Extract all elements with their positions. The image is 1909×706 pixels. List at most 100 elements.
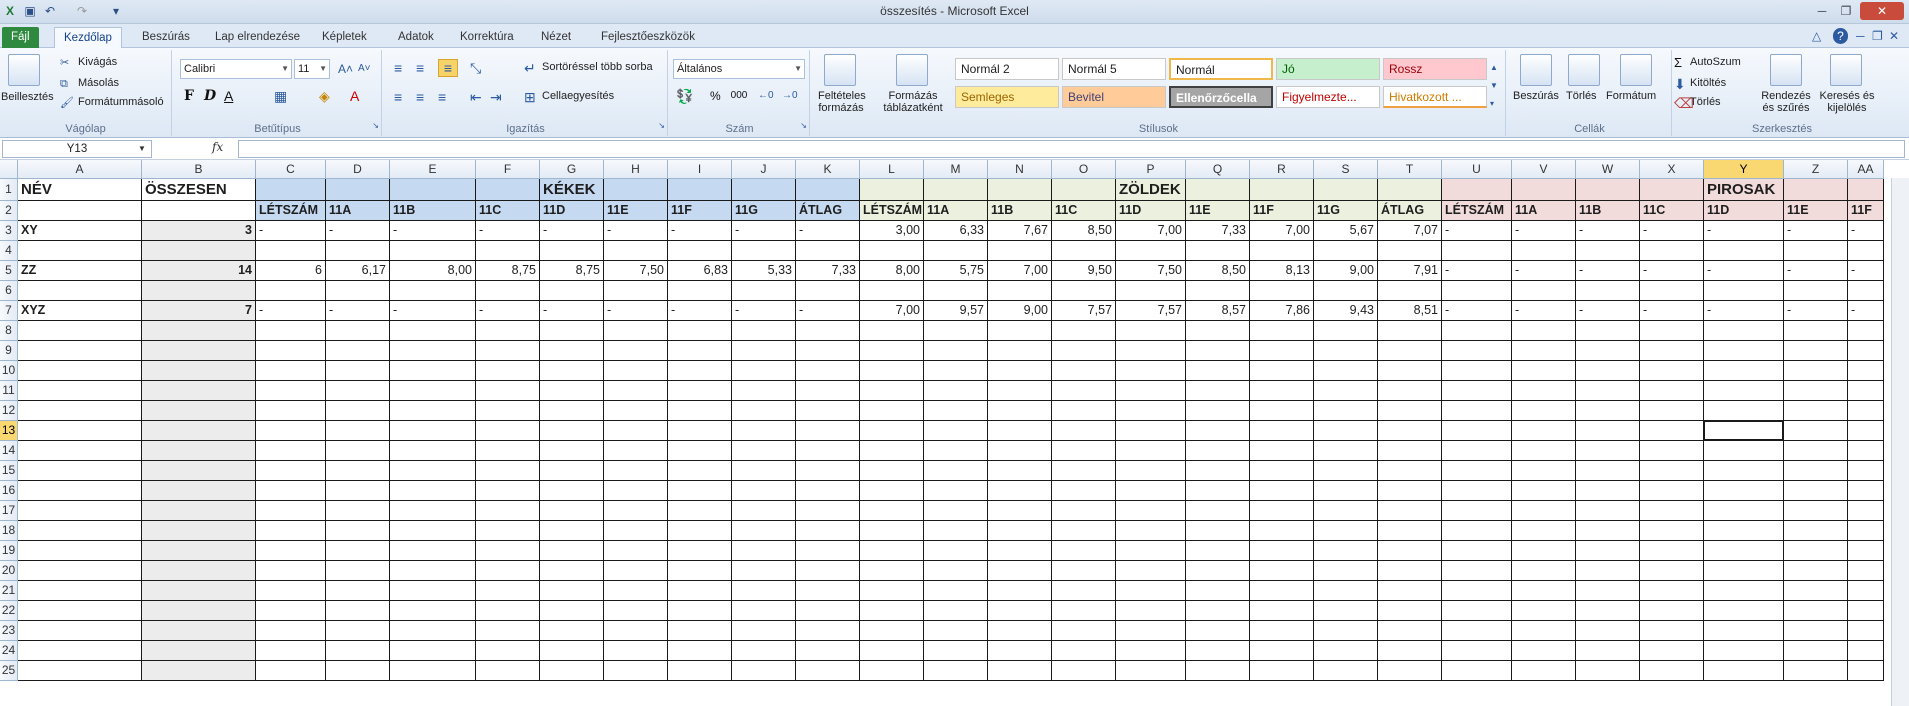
cell[interactable] [142, 321, 256, 341]
insert-cells-button[interactable]: Beszúrás [1513, 90, 1559, 102]
column-header[interactable]: P [1116, 160, 1186, 179]
cell[interactable] [1512, 661, 1576, 681]
cell[interactable] [796, 321, 860, 341]
cell[interactable]: 7,67 [988, 221, 1052, 241]
cell[interactable] [1512, 461, 1576, 481]
cell[interactable] [924, 361, 988, 381]
cell[interactable] [1704, 661, 1784, 681]
cell[interactable] [1314, 661, 1378, 681]
cell[interactable] [1314, 441, 1378, 461]
cell[interactable]: 11B [988, 201, 1052, 221]
cell[interactable] [390, 641, 476, 661]
cell[interactable] [256, 441, 326, 461]
cell[interactable] [1116, 581, 1186, 601]
cell[interactable] [18, 661, 142, 681]
cell[interactable] [1378, 321, 1442, 341]
cell[interactable] [668, 441, 732, 461]
cell[interactable] [326, 441, 390, 461]
row-header[interactable]: 9 [0, 341, 18, 361]
cell[interactable] [1704, 501, 1784, 521]
cell[interactable] [256, 381, 326, 401]
cell[interactable]: - [1512, 301, 1576, 321]
cell[interactable] [18, 621, 142, 641]
cell[interactable] [1576, 341, 1640, 361]
cell[interactable] [390, 361, 476, 381]
cell[interactable] [1848, 281, 1884, 301]
cell[interactable] [1378, 481, 1442, 501]
style-bad[interactable]: Rossz [1383, 58, 1487, 80]
cell[interactable] [1250, 541, 1314, 561]
cell[interactable] [390, 321, 476, 341]
cell[interactable] [1186, 381, 1250, 401]
cell[interactable] [540, 381, 604, 401]
cell[interactable] [476, 501, 540, 521]
cell[interactable]: 9,00 [988, 301, 1052, 321]
cell[interactable] [924, 541, 988, 561]
cell[interactable] [390, 581, 476, 601]
cell[interactable] [796, 401, 860, 421]
cell[interactable]: 11E [1186, 201, 1250, 221]
cell[interactable] [142, 401, 256, 421]
cell[interactable] [1576, 641, 1640, 661]
cell[interactable] [256, 321, 326, 341]
cell[interactable] [668, 541, 732, 561]
cell[interactable]: ÖSSZESEN [142, 179, 256, 201]
sort-filter-button[interactable]: Rendezés és szűrés [1760, 90, 1812, 114]
cell[interactable] [1052, 521, 1116, 541]
cell[interactable] [796, 241, 860, 261]
cell[interactable] [142, 541, 256, 561]
cell[interactable] [540, 441, 604, 461]
cell[interactable] [390, 661, 476, 681]
cell[interactable] [1848, 461, 1884, 481]
cell[interactable] [1576, 461, 1640, 481]
format-painter-button[interactable]: Formátummásoló [78, 96, 164, 108]
row-header[interactable]: 25 [0, 661, 18, 681]
column-header[interactable]: J [732, 160, 796, 179]
style-normal-5[interactable]: Normál 5 [1062, 58, 1166, 80]
cell[interactable] [256, 641, 326, 661]
cell[interactable]: LÉTSZÁM [256, 201, 326, 221]
cell[interactable] [1704, 601, 1784, 621]
cell[interactable] [1442, 461, 1512, 481]
cell[interactable] [476, 661, 540, 681]
cell[interactable]: - [1848, 261, 1884, 281]
cell[interactable]: 3 [142, 221, 256, 241]
cell[interactable] [1186, 361, 1250, 381]
cell[interactable] [1640, 481, 1704, 501]
row-header[interactable]: 19 [0, 541, 18, 561]
cell[interactable] [1314, 321, 1378, 341]
style-warning[interactable]: Figyelmezte... [1276, 86, 1380, 108]
cell[interactable] [1576, 361, 1640, 381]
cell[interactable] [1052, 601, 1116, 621]
cell[interactable] [1052, 581, 1116, 601]
cell[interactable]: 8,51 [1378, 301, 1442, 321]
cell[interactable] [1784, 621, 1848, 641]
cell[interactable] [1378, 521, 1442, 541]
cell[interactable]: 3,00 [860, 221, 924, 241]
cell[interactable] [668, 621, 732, 641]
cell[interactable]: 8,00 [860, 261, 924, 281]
cell[interactable] [1116, 421, 1186, 441]
cell[interactable] [476, 601, 540, 621]
cell[interactable] [476, 381, 540, 401]
cell[interactable] [1250, 661, 1314, 681]
column-header[interactable]: O [1052, 160, 1116, 179]
cell[interactable] [1250, 521, 1314, 541]
cell[interactable] [1378, 281, 1442, 301]
cell[interactable] [540, 401, 604, 421]
cell[interactable] [1314, 601, 1378, 621]
minimize-ribbon-icon[interactable]: △ [1812, 28, 1821, 44]
cell[interactable] [142, 661, 256, 681]
cell[interactable]: - [1640, 261, 1704, 281]
cell[interactable]: - [1442, 301, 1512, 321]
cell[interactable]: - [326, 221, 390, 241]
cell[interactable] [1186, 241, 1250, 261]
cell[interactable] [1250, 641, 1314, 661]
cell[interactable] [326, 321, 390, 341]
increase-indent-icon[interactable]: ⇥ [490, 89, 502, 105]
shrink-font-icon[interactable]: A˅ [358, 61, 371, 77]
cell[interactable] [1378, 361, 1442, 381]
cell[interactable] [540, 461, 604, 481]
cell[interactable] [1378, 179, 1442, 201]
cell[interactable] [796, 461, 860, 481]
